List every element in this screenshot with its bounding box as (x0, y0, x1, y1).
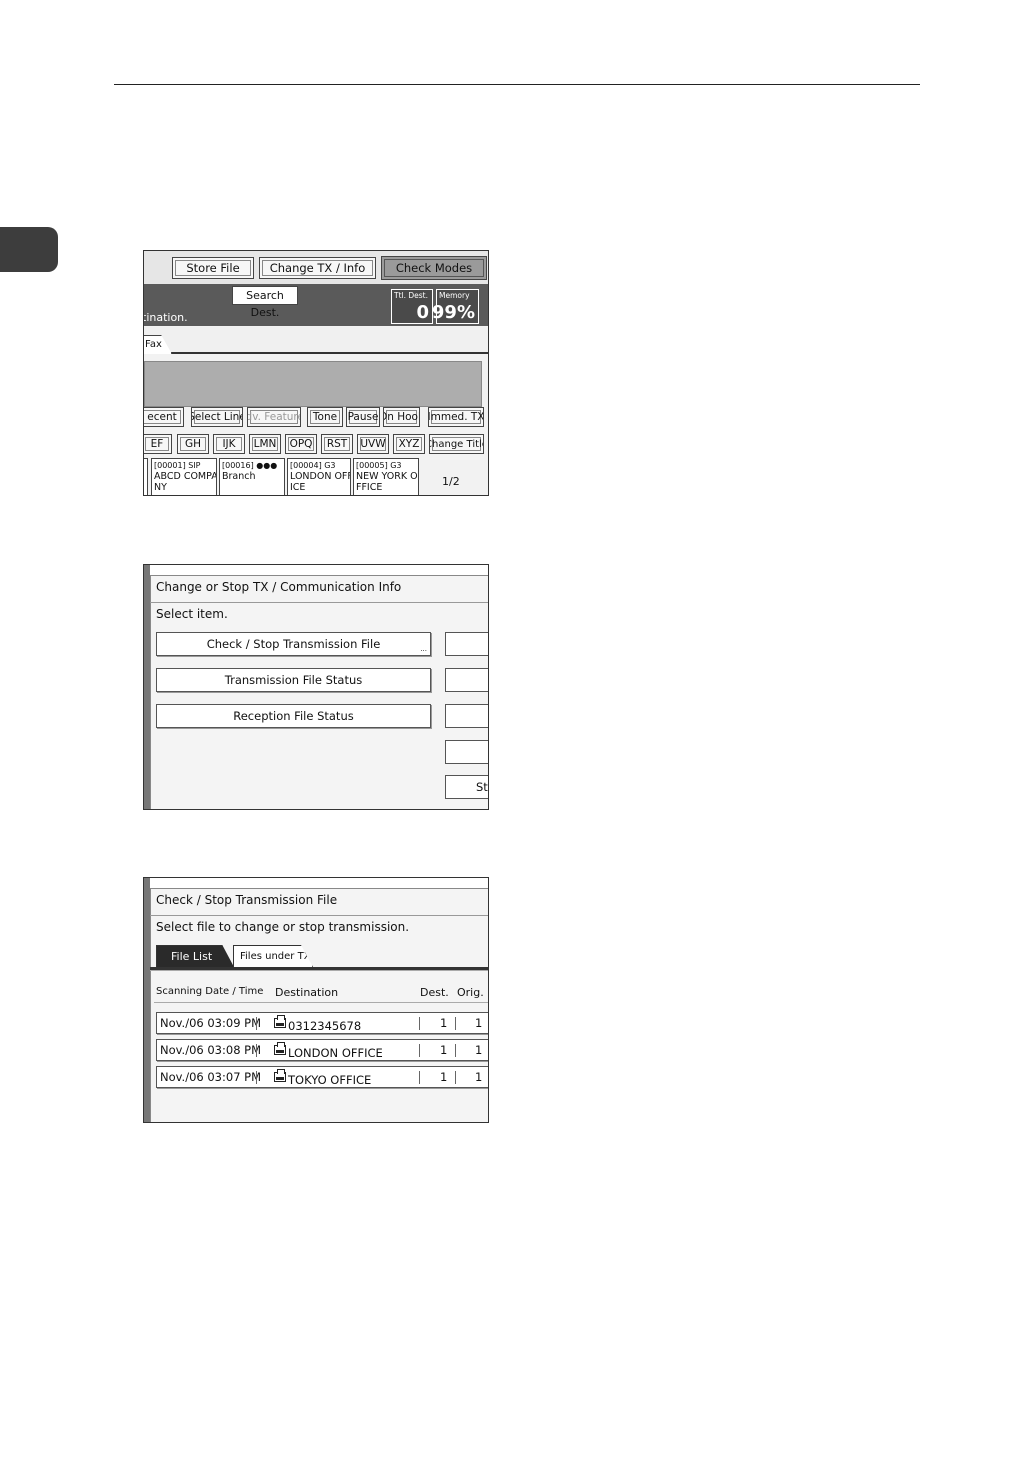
instruction-text: Select item. (156, 607, 228, 621)
page-indicator: 1/2 (442, 475, 460, 488)
group-icon: ●●● (256, 461, 278, 470)
select-line-button[interactable]: Select Line (191, 407, 243, 427)
header-divider (154, 1002, 488, 1003)
reception-file-status-button[interactable]: Reception File Status (156, 704, 431, 728)
screen-title: Change or Stop TX / Communication Info (156, 580, 402, 594)
table-row[interactable]: Nov./06 03:09 PM 0312345678 1 1 (156, 1012, 488, 1034)
store-file-button[interactable]: Store File (172, 257, 254, 279)
transmission-file-status-button[interactable]: Transmission File Status (156, 668, 431, 692)
destination-key[interactable]: [00005] G3 NEW YORK O FFICE (353, 458, 419, 495)
memory-counter: Memory 99% (432, 289, 479, 324)
column-scanning-date-time: Scanning Date / Time (156, 986, 264, 997)
tab-underline (150, 967, 488, 971)
table-row[interactable]: Nov./06 03:08 PM LONDON OFFICE 1 1 (156, 1039, 488, 1061)
index-ijk-button[interactable]: IJK (213, 434, 245, 454)
column-dest: Dest. (420, 986, 449, 999)
tab-fax[interactable]: Fax (144, 335, 172, 354)
index-lmn-button[interactable]: LMN (249, 434, 281, 454)
title-divider (150, 602, 488, 603)
search-dest-button[interactable]: Search Dest. (232, 286, 298, 319)
screen-title: Check / Stop Transmission File (156, 893, 338, 907)
fax-icon (274, 1015, 286, 1028)
tone-button[interactable]: Tone (307, 407, 343, 427)
total-dest-counter: Ttl. Dest. 0 (391, 289, 433, 324)
immed-tx-button[interactable]: Immed. TX (428, 407, 484, 427)
pause-button[interactable]: Pause (346, 407, 380, 427)
recent-button[interactable]: ecent (144, 407, 184, 427)
right-button-2[interactable] (445, 668, 488, 692)
change-tx-info-button[interactable]: Change TX / Info (259, 257, 376, 279)
index-opq-button[interactable]: OPQ (285, 434, 317, 454)
check-modes-button[interactable]: Check Modes (381, 256, 487, 280)
check-stop-transmission-file-button[interactable]: Check / Stop Transmission File ... (156, 632, 431, 656)
destination-display (144, 361, 482, 407)
on-hook-button[interactable]: On Hook (383, 407, 420, 427)
table-row[interactable]: Nov./06 03:07 PM TOKYO OFFICE 1 1 (156, 1066, 488, 1088)
change-stop-tx-screen: Change or Stop TX / Communication Info S… (143, 564, 489, 810)
destination-key[interactable]: [00001] SIP ABCD COMPA NY (151, 458, 217, 495)
change-title-button[interactable]: Change Title (429, 434, 484, 454)
destination-key-partial[interactable] (144, 458, 148, 495)
right-button-5[interactable]: St (445, 775, 488, 799)
tab-files-under-tx[interactable]: Files under TX (233, 945, 313, 967)
index-ef-button[interactable]: EF (144, 434, 172, 454)
column-destination: Destination (275, 986, 339, 999)
column-orig: Orig. (457, 986, 484, 999)
more-icon: ... (420, 645, 427, 653)
fax-icon (274, 1069, 286, 1082)
fax-icon (274, 1042, 286, 1055)
chapter-tab (0, 227, 58, 272)
status-message: tination. (143, 311, 188, 324)
right-button-4[interactable] (445, 740, 488, 764)
destination-key[interactable]: [00016] ●●● Branch (219, 458, 285, 495)
instruction-text: Select file to change or stop transmissi… (156, 920, 410, 934)
adv-features-button[interactable]: Adv. Features (247, 407, 301, 427)
fax-main-screen: Store File Change TX / Info Check Modes … (143, 250, 489, 496)
index-uvw-button[interactable]: UVW (357, 434, 389, 454)
mode-tabs: Fax (144, 327, 488, 354)
index-gh-button[interactable]: GH (177, 434, 209, 454)
index-rst-button[interactable]: RST (321, 434, 353, 454)
check-stop-transmission-file-screen: Check / Stop Transmission File Select fi… (143, 877, 489, 1123)
index-xyz-button[interactable]: XYZ (393, 434, 425, 454)
right-button-3[interactable] (445, 704, 488, 728)
tab-file-list[interactable]: File List (156, 945, 234, 967)
title-divider (150, 915, 488, 916)
page-top-rule (114, 84, 920, 85)
destination-key[interactable]: [00004] G3 LONDON OFF ICE (287, 458, 351, 495)
right-button-1[interactable] (445, 632, 488, 656)
